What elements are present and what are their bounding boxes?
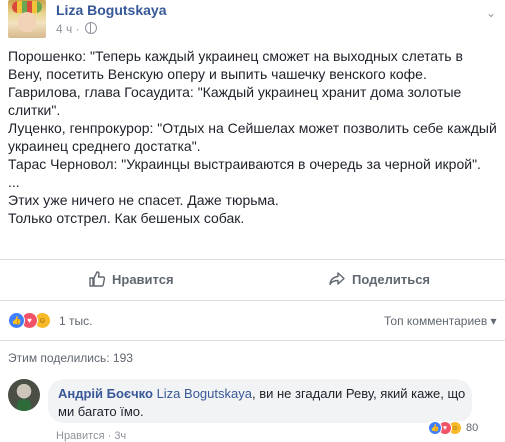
comment-author[interactable]: Андрій Боєчко xyxy=(58,386,153,401)
post-body: Порошенко: "Теперь каждый украинец сможе… xyxy=(8,47,498,227)
reactions-count: 1 тыс. xyxy=(59,313,93,328)
comment-line-1: Андрій Боєчко Liza Bogutskaya, ви не зга… xyxy=(58,386,465,401)
post-line: Этих уже ничего не спасет. Даже тюрьма. xyxy=(8,192,279,208)
post-timestamp[interactable]: 4 ч xyxy=(56,22,72,36)
separator: · xyxy=(75,22,80,36)
like-button[interactable]: Нравится xyxy=(88,270,174,288)
comment-line-2: ми багато їмо. xyxy=(58,404,144,419)
post-line: слитки". xyxy=(8,102,61,118)
post-line: Вену, посетить Венскую оперу и выпить ча… xyxy=(8,66,427,82)
post-line: Гаврилова, глава Госаудита: "Каждый укра… xyxy=(8,84,462,100)
post-line: Порошенко: "Теперь каждый украинец сможе… xyxy=(8,48,463,64)
post-line: Только отстрел. Как бешеных собак. xyxy=(8,210,245,226)
post-line: ... xyxy=(8,174,20,190)
post-header: Liza Bogutskaya 4 ч · ⌄ xyxy=(0,0,505,42)
reactions-summary[interactable]: 👍 ♥ ☺ 1 тыс. xyxy=(8,312,92,329)
post-line: украинец среднего достатка". xyxy=(8,138,201,154)
comment-reactions[interactable]: 👍 ♥ ☺ 80 xyxy=(426,421,481,435)
divider xyxy=(0,340,505,341)
post-meta: 4 ч · xyxy=(56,22,97,36)
comment-bubble: Андрій Боєчко Liza Bogutskaya, ви не зга… xyxy=(48,379,472,423)
like-reaction-icon: 👍 xyxy=(8,312,25,329)
share-arrow-icon xyxy=(329,272,345,286)
shared-count[interactable]: Этим поделились: 193 xyxy=(8,351,133,365)
globe-icon xyxy=(84,22,97,34)
comment-text-part: , ви не згадали Реву, який каже, що xyxy=(251,386,466,401)
top-comments-dropdown[interactable]: Топ комментариев ▾ xyxy=(384,314,497,328)
post-actions-bar: Нравится Поделиться xyxy=(0,259,505,301)
post-line: Тарас Черновол: "Украинцы выстраиваются … xyxy=(8,156,481,172)
post-author-name[interactable]: Liza Bogutskaya xyxy=(56,2,166,18)
like-label: Нравится xyxy=(112,271,174,287)
post-line: Луценко, генпрокурор: "Отдых на Сейшелах… xyxy=(8,120,497,136)
commenter-avatar[interactable] xyxy=(8,379,40,411)
comment-reactions-count: 80 xyxy=(466,422,479,434)
avatar-face xyxy=(18,12,36,32)
comment-actions-cut[interactable]: Нравится · 3ч xyxy=(56,430,126,442)
like-reaction-icon: 👍 xyxy=(428,421,442,435)
comment-mention[interactable]: Liza Bogutskaya xyxy=(157,386,252,401)
share-label: Поделиться xyxy=(352,271,431,287)
thumbs-up-icon xyxy=(89,271,106,287)
author-avatar[interactable] xyxy=(8,0,46,38)
post-options-chevron-icon[interactable]: ⌄ xyxy=(486,6,496,20)
share-button[interactable]: Поделиться xyxy=(328,270,430,288)
